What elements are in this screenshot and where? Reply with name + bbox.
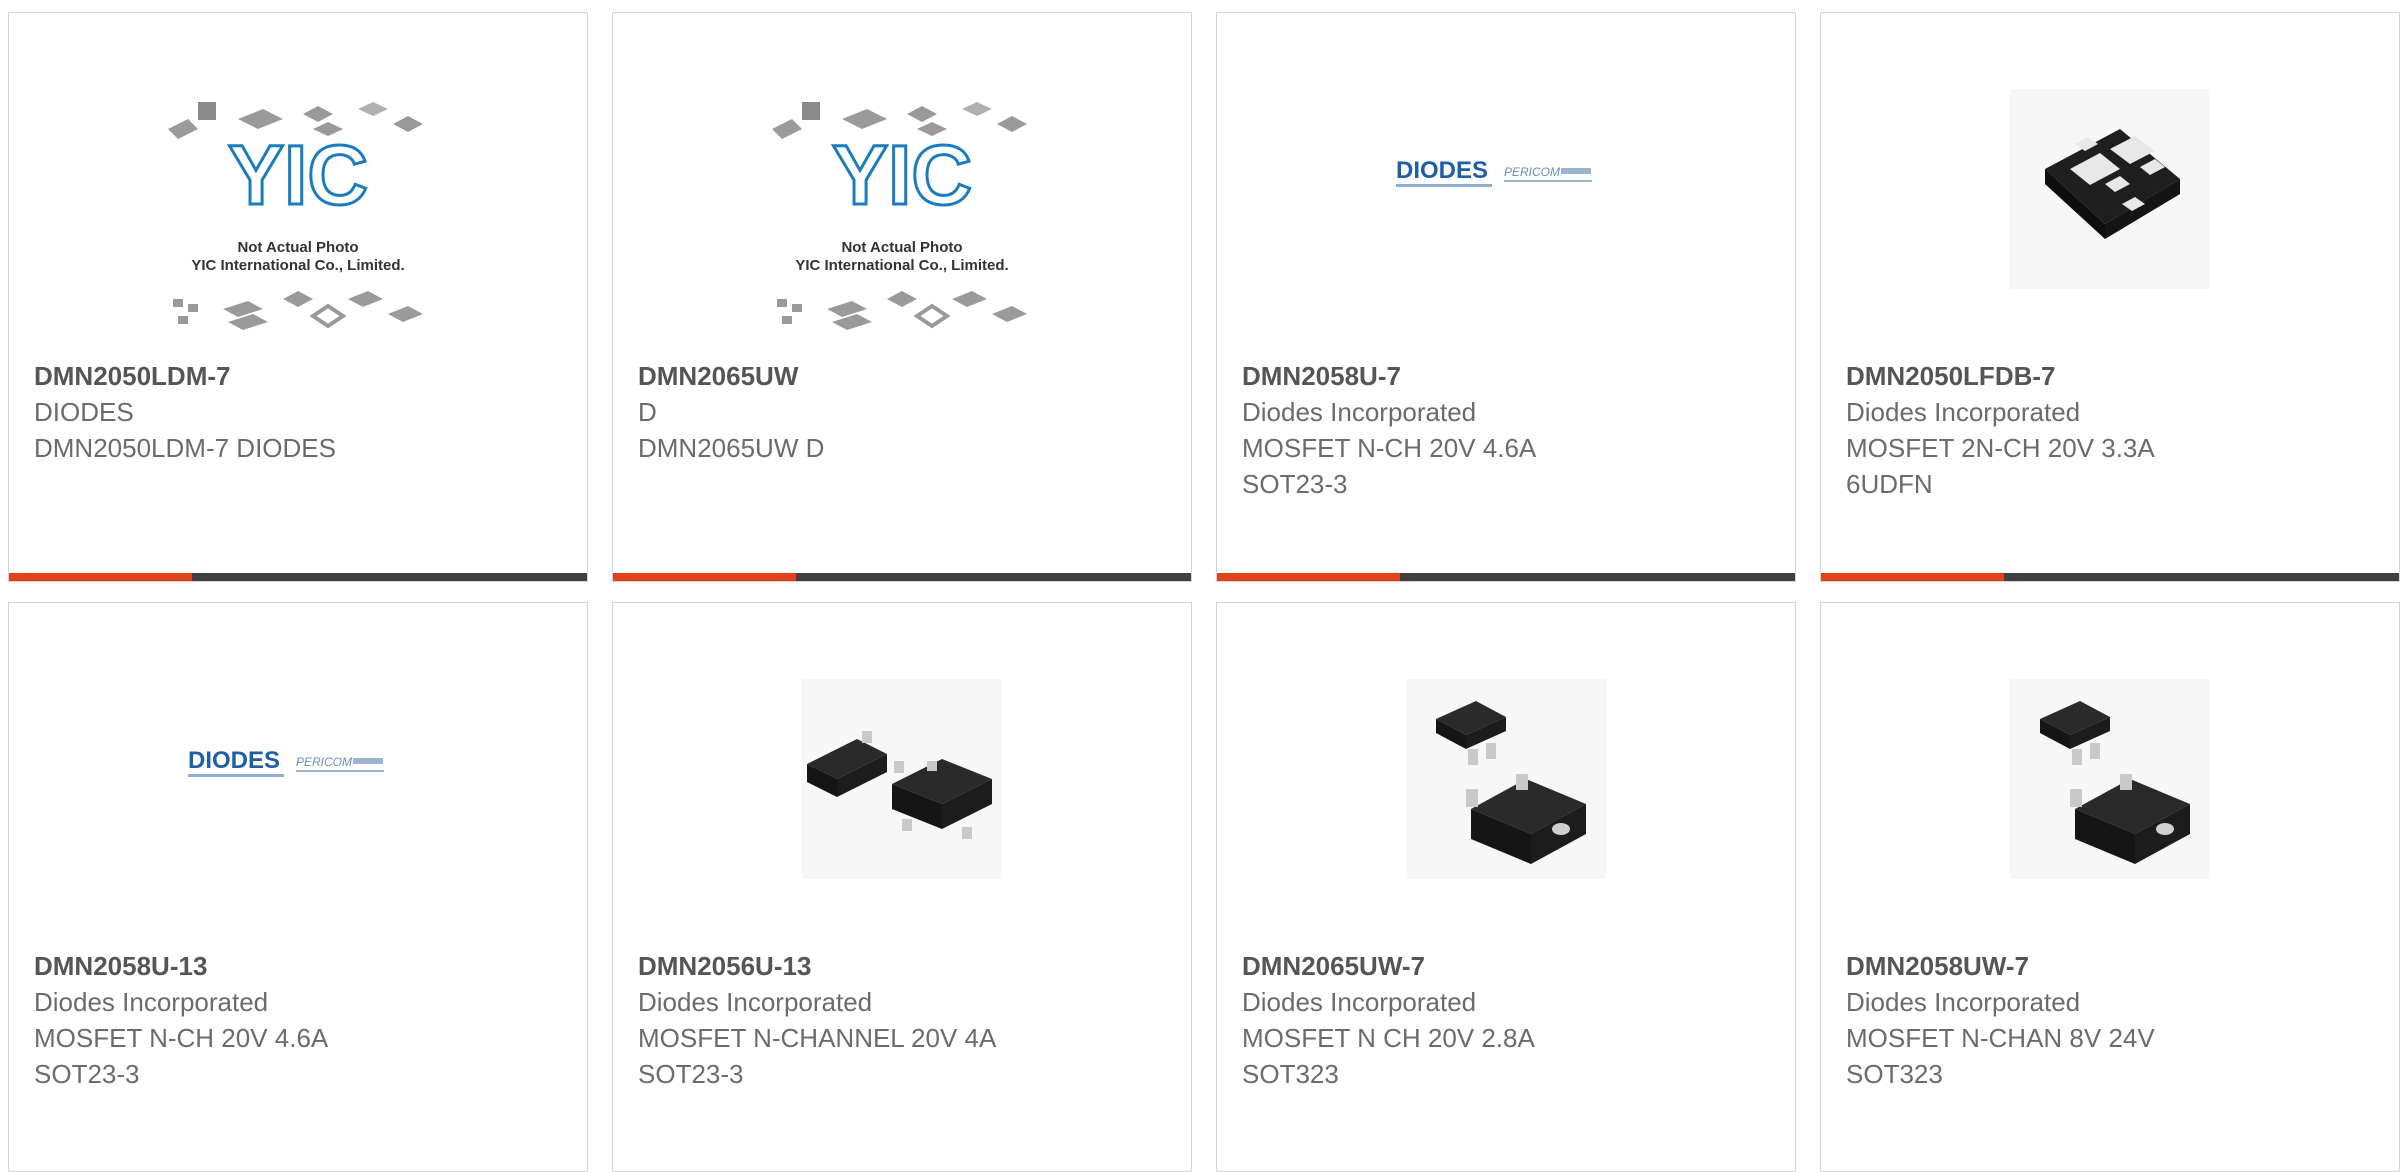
yic-not-actual-photo-icon: YIC Not Actual Photo YIC International C… bbox=[168, 102, 423, 330]
svg-text:Not Actual Photo: Not Actual Photo bbox=[841, 239, 962, 256]
card-bottom-bar bbox=[1821, 573, 2399, 581]
udfn-package-icon bbox=[2010, 89, 2210, 289]
product-card[interactable]: DMN2065UW-7 Diodes Incorporated MOSFET N… bbox=[1216, 602, 1796, 1172]
description: MOSFET N-CHAN 8V 24V SOT323 bbox=[1846, 1023, 2155, 1089]
product-image[interactable] bbox=[1821, 83, 2399, 355]
product-info: DMN2050LDM-7 DIODES DMN2050LDM-7 DIODES bbox=[34, 358, 567, 466]
card-accent-bar bbox=[1217, 573, 1400, 581]
product-info: DMN2058UW-7 Diodes Incorporated MOSFET N… bbox=[1846, 948, 2379, 1092]
svg-text:DIODES: DIODES bbox=[1396, 157, 1488, 184]
description: MOSFET N-CHANNEL 20V 4A SOT23-3 bbox=[638, 1023, 997, 1089]
product-image[interactable]: YIC Not Actual Photo YIC International C… bbox=[613, 83, 1191, 355]
product-card[interactable]: DMN2050LFDB-7 Diodes Incorporated MOSFET… bbox=[1820, 12, 2400, 582]
part-number[interactable]: DMN2050LDM-7 bbox=[34, 358, 567, 394]
card-bottom-bar bbox=[9, 573, 587, 581]
product-image[interactable]: DIODES PERICOM bbox=[9, 673, 587, 945]
card-accent-bar bbox=[1821, 573, 2004, 581]
svg-text:YIC International Co., Limited: YIC International Co., Limited. bbox=[191, 257, 404, 274]
svg-text:YIC International Co., Limited: YIC International Co., Limited. bbox=[795, 257, 1008, 274]
diodes-pericom-logo-icon: DIODES PERICOM bbox=[188, 747, 384, 777]
product-info: DMN2065UW D DMN2065UW D bbox=[638, 358, 1171, 466]
manufacturer: Diodes Incorporated bbox=[1846, 397, 2081, 427]
product-card[interactable]: YIC Not Actual Photo YIC International C… bbox=[612, 12, 1192, 582]
part-number[interactable]: DMN2058U-13 bbox=[34, 948, 567, 984]
manufacturer: Diodes Incorporated bbox=[1242, 987, 1477, 1017]
description: MOSFET N-CH 20V 4.6A SOT23-3 bbox=[1242, 433, 1537, 499]
svg-text:DIODES: DIODES bbox=[188, 747, 280, 774]
svg-text:PERICOM: PERICOM bbox=[1504, 165, 1560, 179]
product-image[interactable] bbox=[1217, 673, 1795, 945]
product-info: DMN2058U-7 Diodes Incorporated MOSFET N-… bbox=[1242, 358, 1775, 502]
product-image[interactable] bbox=[1821, 673, 2399, 945]
product-card[interactable]: YIC Not Actual Photo YIC International C… bbox=[8, 12, 588, 582]
product-image[interactable] bbox=[613, 673, 1191, 945]
diodes-pericom-logo-icon: DIODES PERICOM bbox=[1396, 157, 1592, 187]
product-card[interactable]: DMN2058UW-7 Diodes Incorporated MOSFET N… bbox=[1820, 602, 2400, 1172]
svg-text:PERICOM: PERICOM bbox=[296, 755, 352, 769]
svg-text:YIC: YIC bbox=[228, 128, 368, 222]
description: MOSFET N-CH 20V 4.6A SOT23-3 bbox=[34, 1023, 329, 1089]
description: DMN2050LDM-7 DIODES bbox=[34, 433, 336, 463]
sot323-package-icon bbox=[1406, 679, 1606, 879]
part-number[interactable]: DMN2065UW-7 bbox=[1242, 948, 1775, 984]
svg-text:Not Actual Photo: Not Actual Photo bbox=[237, 239, 358, 256]
manufacturer: Diodes Incorporated bbox=[34, 987, 269, 1017]
card-bottom-bar bbox=[1217, 573, 1795, 581]
product-info: DMN2065UW-7 Diodes Incorporated MOSFET N… bbox=[1242, 948, 1775, 1092]
description: MOSFET 2N-CH 20V 3.3A 6UDFN bbox=[1846, 433, 2155, 499]
part-number[interactable]: DMN2050LFDB-7 bbox=[1846, 358, 2379, 394]
manufacturer: Diodes Incorporated bbox=[1242, 397, 1477, 427]
product-card[interactable]: DIODES PERICOM DMN2058U-7 Diodes Incorpo… bbox=[1216, 12, 1796, 582]
manufacturer: D bbox=[638, 397, 657, 427]
part-number[interactable]: DMN2058U-7 bbox=[1242, 358, 1775, 394]
product-card[interactable]: DMN2056U-13 Diodes Incorporated MOSFET N… bbox=[612, 602, 1192, 1172]
product-image[interactable]: YIC Not Actual Photo YIC International C… bbox=[9, 83, 587, 355]
description: MOSFET N CH 20V 2.8A SOT323 bbox=[1242, 1023, 1535, 1089]
card-bottom-bar bbox=[613, 573, 1191, 581]
svg-text:YIC: YIC bbox=[832, 128, 972, 222]
manufacturer: Diodes Incorporated bbox=[1846, 987, 2081, 1017]
sot23-package-icon bbox=[802, 679, 1002, 879]
part-number[interactable]: DMN2058UW-7 bbox=[1846, 948, 2379, 984]
card-accent-bar bbox=[9, 573, 192, 581]
description: DMN2065UW D bbox=[638, 433, 825, 463]
sot323-package-icon bbox=[2010, 679, 2210, 879]
card-accent-bar bbox=[613, 573, 796, 581]
product-info: DMN2050LFDB-7 Diodes Incorporated MOSFET… bbox=[1846, 358, 2379, 502]
manufacturer: Diodes Incorporated bbox=[638, 987, 873, 1017]
yic-not-actual-photo-icon: YIC Not Actual Photo YIC International C… bbox=[772, 102, 1027, 330]
product-image[interactable]: DIODES PERICOM bbox=[1217, 83, 1795, 355]
product-info: DMN2056U-13 Diodes Incorporated MOSFET N… bbox=[638, 948, 1171, 1092]
product-card[interactable]: DIODES PERICOM DMN2058U-13 Diodes Incorp… bbox=[8, 602, 588, 1172]
manufacturer: DIODES bbox=[34, 397, 134, 427]
product-grid: YIC Not Actual Photo YIC International C… bbox=[8, 12, 2400, 1172]
product-info: DMN2058U-13 Diodes Incorporated MOSFET N… bbox=[34, 948, 567, 1092]
part-number[interactable]: DMN2065UW bbox=[638, 358, 1171, 394]
part-number[interactable]: DMN2056U-13 bbox=[638, 948, 1171, 984]
